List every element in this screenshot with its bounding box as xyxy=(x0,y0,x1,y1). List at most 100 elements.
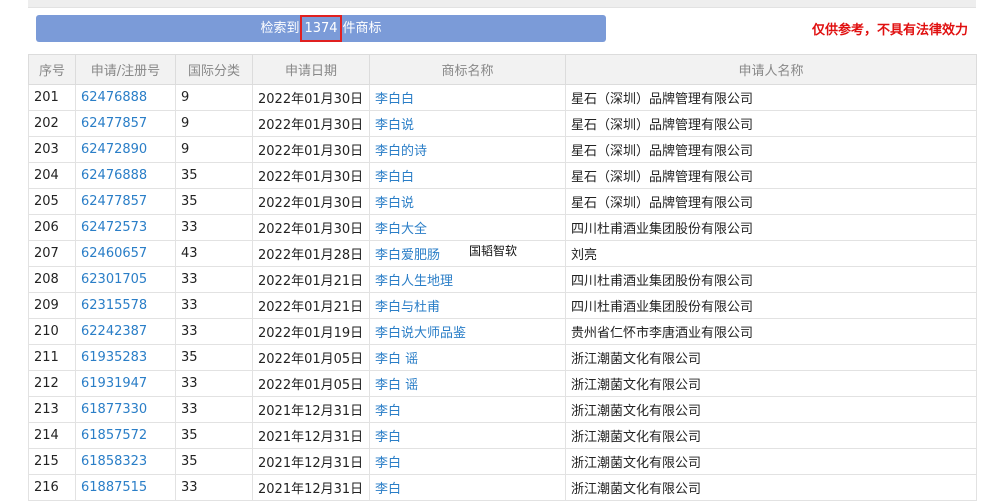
cell-index: 207 xyxy=(28,240,76,267)
header-date: 申请日期 xyxy=(252,54,370,85)
cell-applicant: 星石（深圳）品牌管理有限公司 xyxy=(565,136,977,163)
cell-reg-number[interactable]: 62472573 xyxy=(75,214,176,241)
cell-applicant: 四川杜甫酒业集团股份有限公司 xyxy=(565,292,977,319)
cell-trademark-name[interactable]: 李白大全 xyxy=(369,214,566,241)
cell-applicant: 浙江潮菌文化有限公司 xyxy=(565,370,977,397)
cell-trademark-name[interactable]: 李白 xyxy=(369,422,566,449)
cell-date: 2022年01月30日 xyxy=(252,214,370,241)
cell-reg-number[interactable]: 62477857 xyxy=(75,110,176,137)
cell-applicant: 星石（深圳）品牌管理有限公司 xyxy=(565,162,977,189)
cell-index: 213 xyxy=(28,396,76,423)
search-result-count: 1374 xyxy=(300,15,342,42)
cell-applicant: 星石（深圳）品牌管理有限公司 xyxy=(565,188,977,215)
table-row: 205 62477857 35 2022年01月30日 李白说 星石（深圳）品牌管理有限公… xyxy=(28,188,977,215)
cell-applicant: 四川杜甫酒业集团股份有限公司 xyxy=(565,214,977,241)
cell-index: 211 xyxy=(28,344,76,371)
table-row: 206 62472573 33 2022年01月30日 李白大全 四川杜甫酒业集团股份有限… xyxy=(28,214,977,241)
cell-index: 215 xyxy=(28,448,76,475)
cell-class: 9 xyxy=(175,110,253,137)
header-trademark-name: 商标名称 xyxy=(369,54,566,85)
table-row: 209 62315578 33 2022年01月21日 李白与杜甫 四川杜甫酒业集团股份有… xyxy=(28,292,977,319)
cell-reg-number[interactable]: 62476888 xyxy=(75,162,176,189)
table-row: 216 61887515 33 2021年12月31日 李白 浙江潮菌文化有限公司 xyxy=(28,474,977,501)
table-row: 204 62476888 35 2022年01月30日 李白白 星石（深圳）品牌管理有限公… xyxy=(28,162,977,189)
cell-reg-number[interactable]: 61935283 xyxy=(75,344,176,371)
table-row: 201 62476888 9 2022年01月30日 李白白 星石（深圳）品牌管理有限公司 xyxy=(28,84,977,111)
cell-reg-number[interactable]: 62476888 xyxy=(75,84,176,111)
cell-trademark-name[interactable]: 李白爱肥肠 xyxy=(369,240,566,267)
cell-class: 33 xyxy=(175,396,253,423)
cell-applicant: 浙江潮菌文化有限公司 xyxy=(565,448,977,475)
cell-trademark-name[interactable]: 李白与杜甫 xyxy=(369,292,566,319)
cell-date: 2022年01月05日 xyxy=(252,344,370,371)
cell-reg-number[interactable]: 61877330 xyxy=(75,396,176,423)
cell-index: 209 xyxy=(28,292,76,319)
cell-trademark-name[interactable]: 李白白 xyxy=(369,84,566,111)
cell-trademark-name[interactable]: 李白 xyxy=(369,474,566,501)
table-body: 201 62476888 9 2022年01月30日 李白白 星石（深圳）品牌管理有限公司… xyxy=(28,84,977,501)
table-row: 212 61931947 33 2022年01月05日 李白 谣浙江潮菌文化有限公司 xyxy=(28,370,977,397)
search-result-prefix: 检索到 xyxy=(260,21,300,36)
cell-class: 9 xyxy=(175,84,253,111)
cell-applicant: 星石（深圳）品牌管理有限公司 xyxy=(565,110,977,137)
cell-date: 2022年01月30日 xyxy=(252,188,370,215)
cell-date: 2022年01月21日 xyxy=(252,292,370,319)
cell-date: 2022年01月30日 xyxy=(252,84,370,111)
cell-class: 33 xyxy=(175,214,253,241)
table-row: 211 61935283 35 2022年01月05日 李白 谣浙江潮菌文化有限公司 xyxy=(28,344,977,371)
cell-trademark-name[interactable]: 李白 xyxy=(369,448,566,475)
cell-class: 43 xyxy=(175,240,253,267)
cell-date: 2021年12月31日 xyxy=(252,448,370,475)
watermark-text: 国韬智软 xyxy=(469,244,518,258)
table-header-row: 序号 申请/注册号 国际分类 申请日期 商标名称 申请人名称 xyxy=(28,54,977,85)
cell-index: 208 xyxy=(28,266,76,293)
cell-trademark-name[interactable]: 李白说 xyxy=(369,188,566,215)
table-row: 215 61858323 35 2021年12月31日 李白 浙江潮菌文化有限公司 xyxy=(28,448,977,475)
table-row: 214 61857572 35 2021年12月31日 李白 浙江潮菌文化有限公司 xyxy=(28,422,977,449)
cell-trademark-name[interactable]: 李白的诗 xyxy=(369,136,566,163)
top-divider xyxy=(28,0,976,8)
cell-date: 2021年12月31日 xyxy=(252,422,370,449)
cell-reg-number[interactable]: 61857572 xyxy=(75,422,176,449)
cell-class: 33 xyxy=(175,370,253,397)
cell-trademark-name[interactable]: 李白白 xyxy=(369,162,566,189)
cell-reg-number[interactable]: 61858323 xyxy=(75,448,176,475)
header-applicant: 申请人名称 xyxy=(565,54,977,85)
cell-reg-number[interactable]: 62460657 xyxy=(75,240,176,267)
cell-applicant: 贵州省仁怀市李唐酒业有限公司 xyxy=(565,318,977,345)
header-reg-number: 申请/注册号 xyxy=(75,54,176,85)
cell-trademark-name[interactable]: 李白 谣 xyxy=(369,344,566,371)
cell-applicant: 浙江潮菌文化有限公司 xyxy=(565,422,977,449)
header-index: 序号 xyxy=(28,54,76,85)
cell-reg-number[interactable]: 62242387 xyxy=(75,318,176,345)
cell-trademark-name[interactable]: 李白说 xyxy=(369,110,566,137)
cell-index: 214 xyxy=(28,422,76,449)
cell-trademark-name[interactable]: 李白人生地理 xyxy=(369,266,566,293)
cell-reg-number[interactable]: 61887515 xyxy=(75,474,176,501)
cell-reg-number[interactable]: 62472890 xyxy=(75,136,176,163)
cell-reg-number[interactable]: 62315578 xyxy=(75,292,176,319)
cell-index: 201 xyxy=(28,84,76,111)
cell-index: 205 xyxy=(28,188,76,215)
cell-class: 33 xyxy=(175,474,253,501)
cell-trademark-name[interactable]: 李白 xyxy=(369,396,566,423)
cell-trademark-name[interactable]: 李白 谣 xyxy=(369,370,566,397)
cell-index: 203 xyxy=(28,136,76,163)
cell-reg-number[interactable]: 61931947 xyxy=(75,370,176,397)
cell-class: 9 xyxy=(175,136,253,163)
cell-date: 2021年12月31日 xyxy=(252,474,370,501)
cell-trademark-name[interactable]: 李白说大师品鉴 xyxy=(369,318,566,345)
search-result-button[interactable]: 检索到 1374 件商标 xyxy=(36,15,606,42)
cell-class: 35 xyxy=(175,162,253,189)
cell-reg-number[interactable]: 62301705 xyxy=(75,266,176,293)
cell-class: 35 xyxy=(175,422,253,449)
cell-applicant: 四川杜甫酒业集团股份有限公司 xyxy=(565,266,977,293)
cell-reg-number[interactable]: 62477857 xyxy=(75,188,176,215)
cell-applicant: 浙江潮菌文化有限公司 xyxy=(565,396,977,423)
cell-index: 204 xyxy=(28,162,76,189)
cell-class: 35 xyxy=(175,188,253,215)
cell-applicant: 星石（深圳）品牌管理有限公司 xyxy=(565,84,977,111)
cell-applicant: 刘亮 xyxy=(565,240,977,267)
cell-date: 2022年01月21日 xyxy=(252,266,370,293)
table-row: 203 62472890 9 2022年01月30日 李白的诗 星石（深圳）品牌管理有限公… xyxy=(28,136,977,163)
